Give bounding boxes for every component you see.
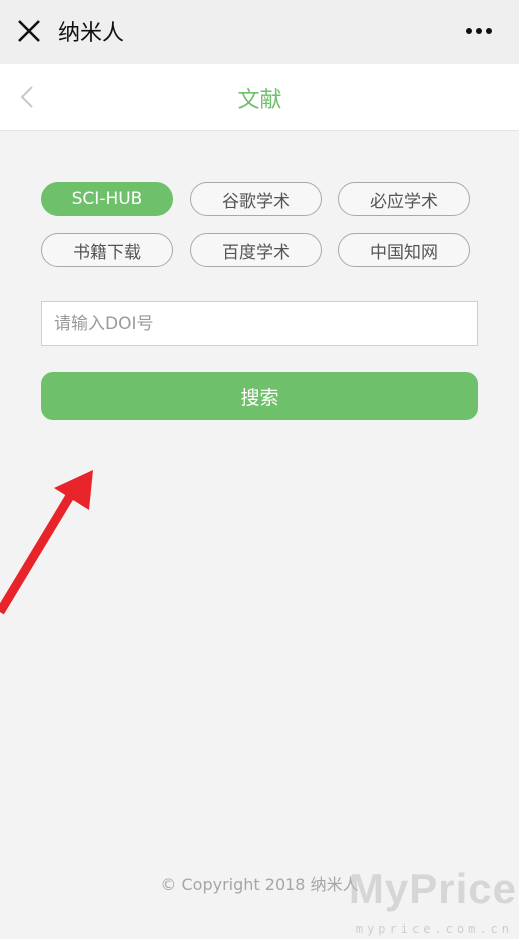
watermark-logo: MyPrice (348, 865, 517, 912)
app-title: 纳米人 (58, 21, 125, 46)
more-dots-icon[interactable] (465, 27, 493, 35)
chip-sci-hub[interactable]: SCI-HUB (41, 182, 173, 216)
chip-baidu-scholar[interactable]: 百度学术 (190, 233, 322, 267)
top-bar: 纳米人 (0, 0, 519, 64)
chip-book-download[interactable]: 书籍下载 (41, 233, 173, 267)
page-header: 文献 (0, 64, 519, 131)
doi-input[interactable] (41, 301, 478, 346)
chip-cnki[interactable]: 中国知网 (338, 233, 470, 267)
chip-google-scholar[interactable]: 谷歌学术 (190, 182, 322, 216)
red-arrow-annotation (0, 470, 93, 615)
search-button[interactable]: 搜索 (41, 372, 478, 420)
watermark-url: myprice.com.cn (355, 922, 513, 936)
page-title: 文献 (237, 88, 282, 113)
chip-bing-academic[interactable]: 必应学术 (338, 182, 470, 216)
close-icon[interactable] (16, 18, 42, 44)
